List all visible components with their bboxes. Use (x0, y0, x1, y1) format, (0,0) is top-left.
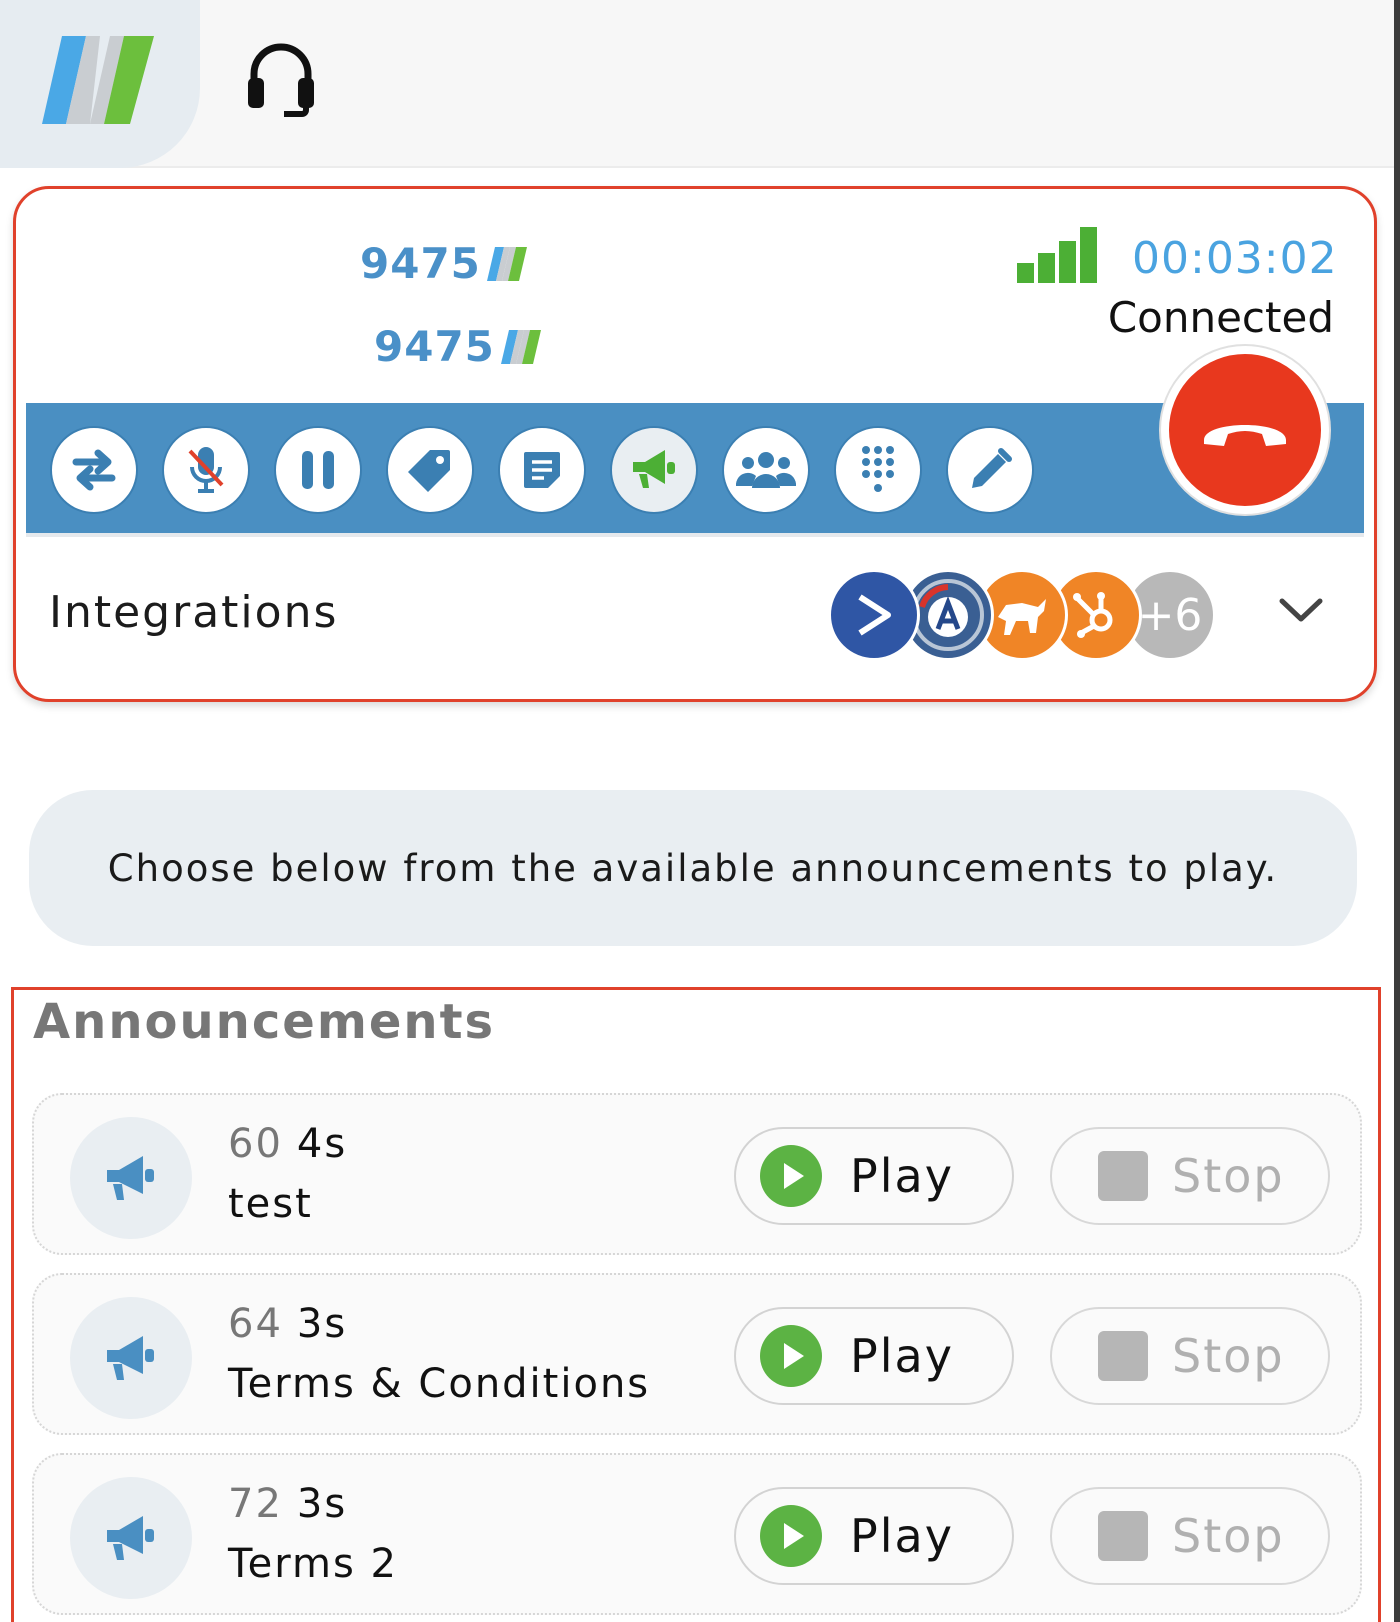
tag-button[interactable] (386, 426, 474, 514)
stop-icon (1098, 1511, 1148, 1561)
caller-number-primary: 9475 (360, 239, 529, 288)
announcement-meta: 64 3s (228, 1301, 347, 1347)
announcement-meta: 72 3s (228, 1481, 347, 1527)
dialpad-icon (862, 446, 894, 492)
announcement-button[interactable] (610, 426, 698, 514)
logo-tab[interactable] (0, 0, 200, 168)
announcement-avatar (70, 1297, 192, 1419)
play-label: Play (850, 1509, 954, 1563)
stop-label: Stop (1172, 1149, 1285, 1203)
window-edge (1394, 0, 1400, 1622)
announcements-panel: Announcements 60 4s test Play Stop 64 3s… (11, 987, 1381, 1622)
play-button[interactable]: Play (734, 1307, 1014, 1405)
edit-icon (972, 448, 1012, 488)
hold-button[interactable] (274, 426, 362, 514)
activecampaign-icon[interactable] (828, 569, 920, 661)
stop-button[interactable]: Stop (1050, 1307, 1330, 1405)
announcement-info-banner: Choose below from the available announce… (29, 790, 1357, 946)
announcement-avatar (70, 1477, 192, 1599)
conference-icon (736, 452, 796, 488)
play-label: Play (850, 1329, 954, 1383)
chevron-down-icon[interactable] (1278, 595, 1324, 625)
announcement-name: Terms 2 (228, 1541, 398, 1587)
announcement-name: Terms & Conditions (228, 1361, 651, 1407)
play-button[interactable]: Play (734, 1127, 1014, 1225)
announcement-id: 72 (228, 1481, 283, 1527)
active-call-card: 9475 9475 00:03:02 Connected Integration… (13, 186, 1377, 702)
play-icon (760, 1505, 822, 1567)
edit-button[interactable] (946, 426, 1034, 514)
announcement-duration: 3s (296, 1481, 348, 1527)
announcement-duration: 3s (296, 1301, 348, 1347)
announcement-item: 72 3s Terms 2 Play Stop (32, 1453, 1362, 1615)
notes-button[interactable] (498, 426, 586, 514)
announcement-name: test (228, 1181, 313, 1227)
megaphone-icon (107, 1336, 154, 1380)
tag-icon (408, 450, 450, 492)
announcement-info-text: Choose below from the available announce… (107, 846, 1279, 890)
brand-logo (42, 36, 154, 124)
mute-button[interactable] (162, 426, 250, 514)
mute-mic-icon (188, 447, 224, 493)
stop-button[interactable]: Stop (1050, 1487, 1330, 1585)
announcement-id: 64 (228, 1301, 283, 1347)
signal-strength-icon (1017, 227, 1097, 283)
call-timer: 00:03:02 (1132, 233, 1338, 284)
dialpad-button[interactable] (834, 426, 922, 514)
announcement-item: 64 3s Terms & Conditions Play Stop (32, 1273, 1362, 1435)
notes-icon (524, 452, 560, 488)
hangup-icon (1204, 425, 1286, 446)
stop-icon (1098, 1331, 1148, 1381)
caller-number-text: 9475 (360, 239, 481, 288)
softphone-page: 9475 9475 00:03:02 Connected Integration… (0, 0, 1400, 1622)
integrations-icons[interactable]: +6 (828, 569, 1216, 665)
announcement-id: 60 (228, 1121, 283, 1167)
stop-label: Stop (1172, 1329, 1285, 1383)
integrations-label: Integrations (49, 587, 339, 638)
brand-mini-logo-icon (486, 246, 527, 281)
play-icon (760, 1145, 822, 1207)
top-header (0, 0, 1394, 168)
announcement-duration: 4s (296, 1121, 348, 1167)
announcements-title: Announcements (33, 994, 496, 1050)
announcement-icon (633, 450, 675, 488)
conference-button[interactable] (722, 426, 810, 514)
caller-number-secondary: 9475 (374, 322, 543, 371)
stop-icon (1098, 1151, 1148, 1201)
brand-mini-logo-icon (500, 329, 541, 364)
call-status: Connected (1107, 293, 1334, 342)
hangup-button[interactable] (1161, 346, 1329, 514)
announcement-avatar (70, 1117, 192, 1239)
megaphone-icon (107, 1156, 154, 1200)
announcement-meta: 60 4s (228, 1121, 347, 1167)
caller-number-text: 9475 (374, 322, 495, 371)
megaphone-icon (107, 1516, 154, 1560)
transfer-icon (72, 449, 116, 491)
play-label: Play (850, 1149, 954, 1203)
play-button[interactable]: Play (734, 1487, 1014, 1585)
announcement-item: 60 4s test Play Stop (32, 1093, 1362, 1255)
transfer-button[interactable] (50, 426, 138, 514)
play-icon (760, 1325, 822, 1387)
stop-button[interactable]: Stop (1050, 1127, 1330, 1225)
headset-icon[interactable] (246, 38, 316, 118)
pause-icon (302, 451, 334, 489)
stop-label: Stop (1172, 1509, 1285, 1563)
